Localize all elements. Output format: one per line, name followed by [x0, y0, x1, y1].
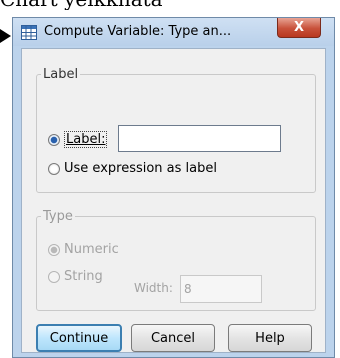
- numeric-radio-text: Numeric: [64, 242, 119, 257]
- numeric-radio[interactable]: [48, 243, 60, 256]
- dialog-body: Label Label: Use expression as label Typ…: [21, 48, 326, 353]
- arrow-pointer-icon: [0, 29, 11, 43]
- label-input[interactable]: [118, 125, 281, 152]
- label-radio-row[interactable]: Label:: [48, 131, 108, 148]
- width-label: Width:: [134, 281, 173, 295]
- type-group: Type: [36, 209, 316, 311]
- string-radio[interactable]: [48, 270, 60, 283]
- expression-radio-text: Use expression as label: [64, 161, 217, 176]
- expression-radio-row[interactable]: Use expression as label: [48, 161, 217, 176]
- numeric-radio-row[interactable]: Numeric: [48, 242, 119, 257]
- background-partial-text: Chart yeikkhata: [0, 0, 340, 10]
- help-button[interactable]: Help: [228, 324, 312, 352]
- cancel-button[interactable]: Cancel: [131, 324, 215, 352]
- label-radio-text: Label:: [64, 131, 108, 148]
- string-radio-row[interactable]: String: [48, 269, 103, 284]
- table-app-icon: [21, 25, 37, 40]
- dialog-window: Compute Variable: Type an... X Label Lab…: [12, 17, 335, 358]
- close-button[interactable]: X: [277, 18, 321, 38]
- type-group-legend: Type: [43, 209, 73, 224]
- label-radio[interactable]: [48, 133, 60, 146]
- label-group-legend: Label: [43, 67, 79, 82]
- title-bar[interactable]: Compute Variable: Type an... X: [13, 18, 334, 46]
- close-icon: X: [293, 20, 305, 35]
- width-input[interactable]: 8: [180, 275, 262, 303]
- window-title: Compute Variable: Type an...: [44, 24, 232, 39]
- expression-radio[interactable]: [48, 162, 60, 175]
- string-radio-text: String: [64, 269, 103, 284]
- continue-button[interactable]: Continue: [36, 324, 122, 352]
